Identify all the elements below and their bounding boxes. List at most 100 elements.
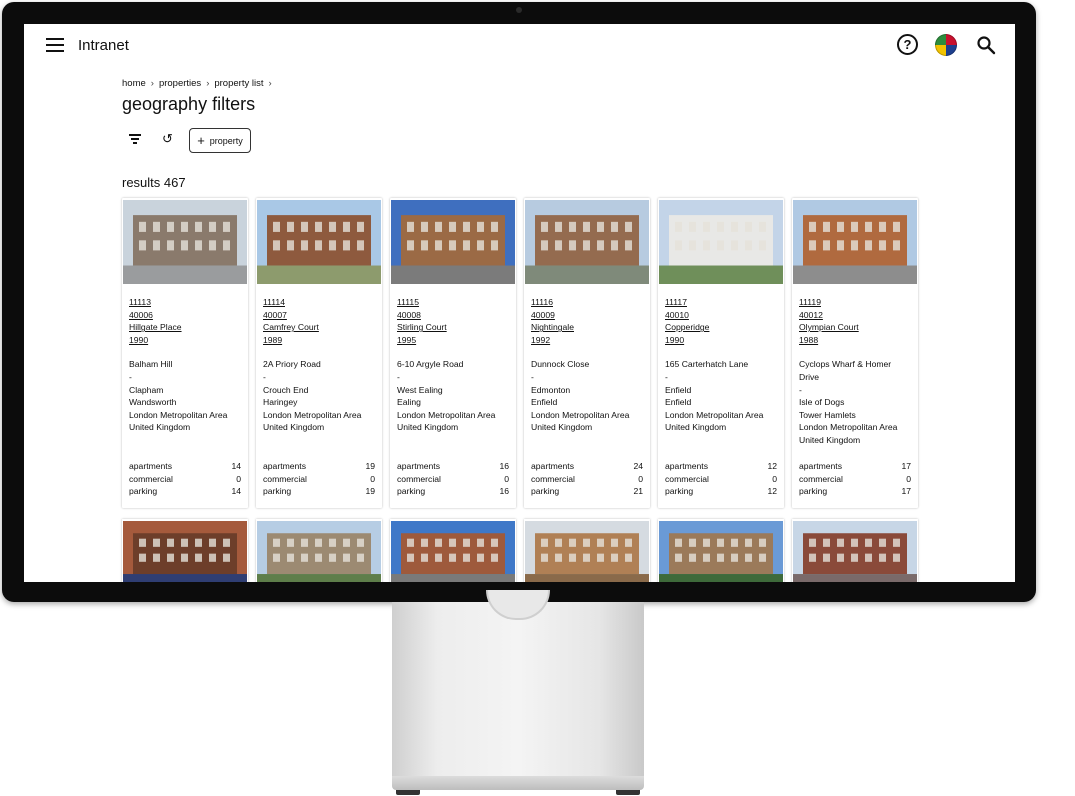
property-card[interactable] (122, 519, 248, 582)
property-year-link[interactable]: 1990 (665, 334, 777, 347)
stat-value: 17 (901, 486, 911, 497)
property-name-link[interactable]: Camfrey Court (263, 321, 375, 334)
property-ref-link[interactable]: 40006 (129, 309, 241, 322)
property-thumbnail[interactable] (391, 200, 515, 284)
stat-value: 21 (633, 486, 643, 497)
stat-label: parking (799, 486, 828, 497)
stat-label: commercial (263, 473, 307, 484)
property-card[interactable]: 11119 40012 Olympian Court 1988 Cyclops Whar… (792, 198, 918, 508)
property-ref-link[interactable]: 40007 (263, 309, 375, 322)
add-property-button[interactable]: + property (189, 128, 251, 153)
stat-parking: parking 19 (263, 485, 375, 498)
property-id-link[interactable]: 11116 (531, 296, 643, 309)
property-thumbnail[interactable] (525, 521, 649, 582)
property-card[interactable] (792, 519, 918, 582)
property-card[interactable]: 11113 40006 Hillgate Place 1990 Balham Hill -… (122, 198, 248, 508)
reset-icon[interactable]: ↺ (162, 132, 173, 146)
property-year-link[interactable]: 1988 (799, 334, 911, 347)
stat-label: parking (397, 486, 426, 497)
property-address: 6-10 Argyle Road - West Ealing Ealing London… (397, 358, 509, 434)
property-name-link[interactable]: Olympian Court (799, 321, 911, 334)
property-year-link[interactable]: 1989 (263, 334, 375, 347)
stand-foot-left (396, 790, 420, 795)
property-card[interactable] (658, 519, 784, 582)
property-thumbnail[interactable] (257, 521, 381, 582)
property-address: 2A Priory Road - Crouch End Haringey London … (263, 358, 375, 434)
stat-value: 0 (504, 473, 509, 484)
property-name-link[interactable]: Hillgate Place (129, 321, 241, 334)
property-id-link[interactable]: 11113 (129, 296, 241, 309)
stat-apartments: apartments 24 (531, 460, 643, 473)
address-line: 2A Priory Road (263, 359, 321, 370)
breadcrumb-properties[interactable]: properties (159, 78, 201, 89)
property-thumbnail[interactable] (659, 521, 783, 582)
search-icon[interactable] (976, 35, 996, 55)
property-card[interactable]: 11117 40010 Copperidge 1990 165 Carterhatch … (658, 198, 784, 508)
address-line: Balham Hill (129, 359, 173, 370)
property-card[interactable]: 11116 40009 Nightingale 1992 Dunnock Close - E… (524, 198, 650, 508)
monitor-stand (392, 602, 644, 782)
address-line: - (799, 384, 802, 395)
property-card[interactable] (524, 519, 650, 582)
stat-commercial: commercial 0 (531, 473, 643, 486)
stat-label: parking (665, 486, 694, 497)
stat-value: 17 (901, 461, 911, 471)
property-thumbnail[interactable] (793, 200, 917, 284)
property-card[interactable] (256, 519, 382, 582)
breadcrumb-property-list[interactable]: property list (214, 78, 263, 89)
property-thumbnail[interactable] (659, 200, 783, 284)
property-thumbnail[interactable] (391, 521, 515, 582)
property-card[interactable] (390, 519, 516, 582)
monitor-bezel: Intranet ? home › properties › property … (2, 2, 1036, 602)
property-name-link[interactable]: Copperidge (665, 321, 777, 334)
property-ref-link[interactable]: 40009 (531, 309, 643, 322)
property-photo (659, 200, 783, 284)
property-thumbnail[interactable] (525, 200, 649, 284)
property-card[interactable]: 11115 40008 Stirling Court 1995 6-10 Argyle … (390, 198, 516, 508)
address-line: Clapham (129, 384, 164, 395)
property-id-link[interactable]: 11115 (397, 296, 509, 309)
address-line: United Kingdom (263, 422, 325, 433)
property-card[interactable]: 11114 40007 Camfrey Court 1989 2A Priory Roa… (256, 198, 382, 508)
property-name-link[interactable]: Stirling Court (397, 321, 509, 334)
stat-label: apartments (129, 461, 172, 471)
breadcrumb-separator: › (150, 78, 154, 89)
stat-label: commercial (397, 473, 441, 484)
property-thumbnail[interactable] (793, 521, 917, 582)
property-id-link[interactable]: 11119 (799, 296, 911, 309)
property-photo (257, 200, 381, 284)
property-thumbnail[interactable] (123, 521, 247, 582)
property-name-link[interactable]: Nightingale (531, 321, 643, 334)
address-line: London Metropolitan Area (263, 409, 362, 420)
stat-parking: parking 12 (665, 485, 777, 498)
help-icon[interactable]: ? (897, 34, 918, 55)
stand-foot-right (616, 790, 640, 795)
property-address: Dunnock Close - Edmonton Enfield London Metr… (531, 358, 643, 434)
property-photo (659, 521, 783, 582)
property-year-link[interactable]: 1995 (397, 334, 509, 347)
property-year-link[interactable]: 1990 (129, 334, 241, 347)
property-stats: apartments 17 commercial 0 parking 17 (799, 460, 911, 498)
filter-icon[interactable] (129, 134, 141, 146)
address-line: 165 Carterhatch Lane (665, 359, 749, 370)
property-id-link[interactable]: 11117 (665, 296, 777, 309)
property-id-link[interactable]: 11114 (263, 296, 375, 309)
stat-apartments: apartments 16 (397, 460, 509, 473)
hamburger-menu-icon[interactable] (46, 38, 64, 52)
stat-commercial: commercial 0 (397, 473, 509, 486)
property-ref-link[interactable]: 40008 (397, 309, 509, 322)
address-line: - (129, 371, 132, 382)
stat-label: apartments (531, 461, 574, 471)
property-photo (123, 200, 247, 284)
property-year-link[interactable]: 1992 (531, 334, 643, 347)
property-photo (793, 521, 917, 582)
property-ref-link[interactable]: 40010 (665, 309, 777, 322)
stat-apartments: apartments 14 (129, 460, 241, 473)
address-line: - (665, 371, 668, 382)
property-thumbnail[interactable] (257, 200, 381, 284)
screen: Intranet ? home › properties › property … (24, 24, 1015, 582)
property-ref-link[interactable]: 40012 (799, 309, 911, 322)
property-thumbnail[interactable] (123, 200, 247, 284)
breadcrumb-home[interactable]: home (122, 78, 146, 89)
language-flag-icon[interactable] (935, 34, 957, 56)
